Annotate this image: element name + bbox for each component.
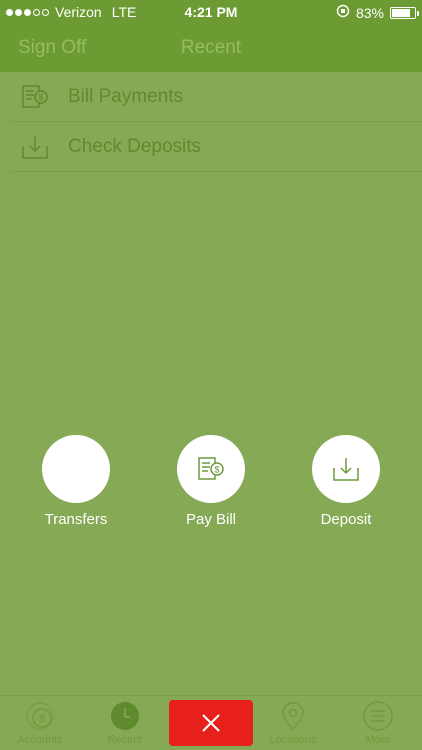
pay-bill-circle[interactable]: $ [177, 435, 245, 503]
list-item-label: Bill Payments [68, 85, 184, 107]
dollar-icon: $ [24, 700, 56, 732]
deposit-icon [20, 132, 50, 162]
status-right: 83% [336, 4, 419, 21]
svg-text:$: $ [38, 92, 43, 102]
list-item-bill-payments[interactable]: $ Bill Payments [10, 72, 422, 122]
battery-icon [390, 6, 419, 19]
location-pin-icon [277, 700, 309, 732]
battery-percent: 83% [355, 4, 384, 21]
tab-bar: $ Accounts Recent Locations More [0, 695, 422, 750]
action-label: Deposit [320, 511, 372, 528]
close-button[interactable] [169, 700, 253, 746]
close-icon [202, 714, 220, 732]
deposit-icon [333, 458, 359, 481]
deposit-action[interactable]: Deposit [291, 435, 401, 528]
tab-label: Locations [269, 734, 317, 746]
pay-bill-action[interactable]: $ Pay Bill [156, 435, 266, 528]
action-label: Transfers [44, 511, 108, 528]
tab-recent[interactable]: Recent [85, 700, 165, 746]
list-item-label: Check Deposits [68, 135, 202, 157]
tab-locations[interactable]: Locations [253, 700, 333, 746]
tab-label: Recent [107, 734, 143, 746]
status-bar: Verizon LTE 4:21 PM 83% [0, 0, 422, 24]
tab-label: More [365, 734, 391, 746]
page-title: Recent [180, 37, 242, 58]
tab-more[interactable]: More [338, 700, 418, 746]
svg-text:$: $ [214, 465, 219, 475]
menu-icon [362, 700, 394, 732]
bill-icon: $ [198, 457, 224, 480]
svg-text:$: $ [39, 713, 45, 725]
rotation-lock-icon [336, 4, 350, 21]
clock-icon [109, 700, 141, 732]
transfer-icon[interactable] [42, 435, 110, 503]
recent-list: $ Bill Payments Check Deposits [0, 72, 422, 172]
tab-accounts[interactable]: $ Accounts [0, 700, 80, 746]
bill-icon: $ [20, 82, 50, 112]
action-label: Pay Bill [185, 511, 237, 528]
quick-actions: Transfers $ Pay Bill Deposit [0, 435, 422, 535]
list-item-check-deposits[interactable]: Check Deposits [10, 122, 422, 172]
deposit-circle[interactable] [312, 435, 380, 503]
tab-label: Accounts [17, 734, 63, 746]
transfers-action[interactable]: Transfers [21, 435, 131, 528]
nav-bar: Sign Off Recent [0, 24, 422, 72]
